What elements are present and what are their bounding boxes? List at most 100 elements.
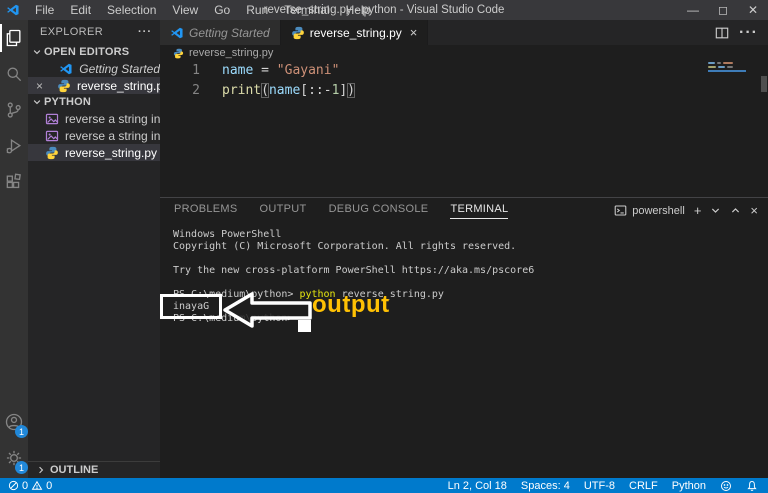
code-token: = <box>253 63 277 78</box>
menu-file[interactable]: File <box>27 0 62 20</box>
file-reverse-a-string-image-2[interactable]: reverse a string in pyt... <box>28 127 160 144</box>
chevron-right-icon <box>36 465 46 475</box>
breadcrumb-file[interactable]: reverse_string.py <box>189 47 273 59</box>
feedback-icon[interactable] <box>720 480 732 492</box>
file-reverse-string-py[interactable]: reverse_string.py <box>28 144 160 161</box>
problems-status[interactable]: 0 0 <box>8 480 52 492</box>
vscode-logo-icon <box>7 4 19 16</box>
new-terminal-icon[interactable]: + <box>694 203 702 218</box>
minimap[interactable] <box>708 62 746 72</box>
code-token: name <box>222 63 254 78</box>
panel-tab-debug-console[interactable]: DEBUG CONSOLE <box>329 203 429 219</box>
shell-picker[interactable]: powershell <box>614 204 685 217</box>
code-token: print <box>222 83 262 98</box>
chevron-down-icon <box>32 97 42 107</box>
minimize-button[interactable]: — <box>678 0 708 20</box>
code-token: name <box>268 83 301 98</box>
panel-tab-output[interactable]: OUTPUT <box>260 203 307 219</box>
explorer-more-actions-icon[interactable]: ··· <box>138 26 152 38</box>
terminal-token: Copyright (C) Microsoft Corporation. All… <box>173 241 517 252</box>
panel-tabs: PROBLEMS OUTPUT DEBUG CONSOLE TERMINAL <box>174 203 509 219</box>
activity-bar: 1 1 <box>0 20 28 478</box>
code-text: print(name[::-1]) <box>222 81 355 101</box>
terminal-token: python <box>299 289 336 300</box>
bottom-panel: PROBLEMS OUTPUT DEBUG CONSOLE TERMINAL powe… <box>160 197 768 478</box>
more-actions-icon[interactable]: ··· <box>739 24 758 42</box>
vscode-icon <box>171 27 183 38</box>
code-line: 2 print(name[::-1]) <box>160 81 768 101</box>
breadcrumb[interactable]: reverse_string.py <box>160 45 768 61</box>
terminal-token: reverse_string.py <box>335 289 444 300</box>
settings-badge: 1 <box>15 461 28 474</box>
open-editor-reverse-string[interactable]: × reverse_string.py <box>28 77 160 94</box>
code-line: 1 name = "Gayani" <box>160 61 768 81</box>
open-editors-header[interactable]: OPEN EDITORS <box>28 44 160 60</box>
eol-sequence[interactable]: CRLF <box>629 480 658 492</box>
menu-edit[interactable]: Edit <box>62 0 99 20</box>
chevron-down-icon <box>32 47 42 57</box>
window-controls: — ◻ ✕ <box>678 0 768 20</box>
editor-actions: ··· <box>715 20 768 45</box>
encoding[interactable]: UTF-8 <box>584 480 615 492</box>
notifications-bell-icon[interactable] <box>746 480 758 492</box>
tab-getting-started[interactable]: Getting Started <box>160 20 281 45</box>
explorer-icon[interactable] <box>0 20 28 56</box>
search-icon[interactable] <box>0 56 28 92</box>
settings-gear-icon[interactable]: 1 <box>0 440 28 476</box>
menu-selection[interactable]: Selection <box>99 0 164 20</box>
python-icon <box>46 146 58 159</box>
code-lines: 1 name = "Gayani" 2 print(name[::-1]) <box>160 61 768 101</box>
panel-header: PROBLEMS OUTPUT DEBUG CONSOLE TERMINAL powe… <box>160 198 768 223</box>
folder-python-header[interactable]: PYTHON <box>28 94 160 110</box>
code-token: [:: <box>300 83 324 98</box>
terminal[interactable]: Windows PowerShell Copyright (C) Microsof… <box>160 223 768 478</box>
vscode-window: File Edit Selection View Go Run Terminal Help r… <box>0 0 768 493</box>
menu-view[interactable]: View <box>164 0 206 20</box>
maximize-panel-icon[interactable] <box>730 205 741 216</box>
tab-reverse-string-py[interactable]: reverse_string.py × <box>280 20 429 45</box>
account-icon[interactable]: 1 <box>0 404 28 440</box>
menu-go[interactable]: Go <box>206 0 238 20</box>
panel-tab-problems[interactable]: PROBLEMS <box>174 203 238 219</box>
terminal-token: PS C:\medium\python> <box>173 313 294 324</box>
editor-scrollbar[interactable] <box>761 76 767 92</box>
code-token: "Gayani" <box>276 63 340 78</box>
source-control-icon[interactable] <box>0 92 28 128</box>
close-editor-icon[interactable]: × <box>36 79 43 93</box>
window-title: reverse_string.py - python - Visual Stud… <box>263 4 505 16</box>
code-token: ) <box>347 83 356 98</box>
open-editor-getting-started[interactable]: × Getting Started <box>28 60 160 77</box>
split-editor-icon[interactable] <box>715 26 729 40</box>
code-editor[interactable]: 1 name = "Gayani" 2 print(name[::-1]) <box>160 61 768 197</box>
file-reverse-a-string-image-1[interactable]: reverse a string in pyt... <box>28 110 160 127</box>
warning-count: 0 <box>46 479 53 492</box>
terminal-output: Windows PowerShell Copyright (C) Microsof… <box>173 229 768 325</box>
outline-label: OUTLINE <box>50 464 99 476</box>
close-tab-icon[interactable]: × <box>410 25 418 40</box>
editor-tab-bar: Getting Started reverse_string.py × ··· <box>160 20 768 45</box>
explorer-title: EXPLORER <box>40 26 104 38</box>
python-icon <box>291 26 304 39</box>
status-bar: 0 0 Ln 2, Col 18 Spaces: 4 UTF-8 CRLF Py… <box>0 478 768 493</box>
maximize-button[interactable]: ◻ <box>708 0 738 20</box>
folder-python-label: PYTHON <box>44 96 92 108</box>
close-panel-icon[interactable]: × <box>750 203 758 218</box>
file-label: reverse a string in pyt... <box>65 128 160 143</box>
warning-icon <box>31 480 43 490</box>
terminal-token: Windows PowerShell <box>173 229 282 240</box>
extensions-icon[interactable] <box>0 164 28 200</box>
panel-tab-terminal[interactable]: TERMINAL <box>450 203 509 219</box>
open-editors-label: OPEN EDITORS <box>44 46 130 58</box>
panel-actions: powershell + × <box>614 203 768 218</box>
indentation[interactable]: Spaces: 4 <box>521 480 570 492</box>
terminal-line: inayaG <box>173 301 768 313</box>
language-mode[interactable]: Python <box>672 480 706 492</box>
cursor-position[interactable]: Ln 2, Col 18 <box>448 480 507 492</box>
chevron-down-icon[interactable] <box>710 205 721 216</box>
run-debug-icon[interactable] <box>0 128 28 164</box>
close-button[interactable]: ✕ <box>738 0 768 20</box>
open-editor-label: reverse_string.py <box>77 78 160 93</box>
outline-section-header[interactable]: OUTLINE <box>28 461 160 478</box>
